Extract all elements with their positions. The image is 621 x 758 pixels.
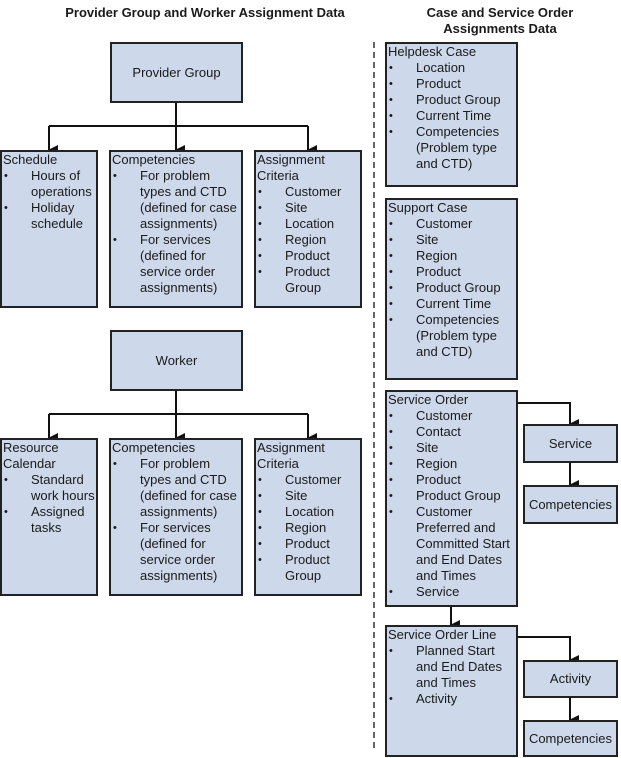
list-item: Region	[387, 248, 516, 264]
list-item: Current Time	[387, 296, 516, 312]
list-item: Site	[387, 440, 516, 456]
helpdesk-case-box: Helpdesk Case Location Product Product G…	[385, 42, 518, 187]
list-item: Customer	[256, 472, 360, 488]
list-item: Location	[256, 216, 360, 232]
so-to-service	[517, 402, 579, 429]
worker-assignment-criteria-box: Assignment Criteria Customer Site Locati…	[254, 438, 362, 596]
list-item: Contact	[387, 424, 516, 440]
list-item: Product	[387, 472, 516, 488]
worker-resource-calendar-box: Resource Calendar Standard work hours As…	[0, 438, 98, 596]
pg-competencies-box: Competencies For problem types and CTD (…	[109, 150, 243, 308]
list-item: Activity	[387, 691, 516, 707]
pg-assignment-criteria-box: Assignment Criteria Customer Site Locati…	[254, 150, 362, 308]
service-order-line-box: Service Order Line Planned Start and End…	[385, 625, 518, 757]
list-item: Competencies (Problem type and CTD)	[387, 124, 516, 172]
service-box: Service	[523, 424, 618, 463]
list-item: Product Group	[387, 280, 516, 296]
list-item: Region	[387, 456, 516, 472]
activity-competencies-label: Competencies	[528, 730, 613, 746]
list-item: For services (defined for service order …	[111, 232, 241, 296]
box-heading: Assignment Criteria	[257, 152, 325, 183]
list-item: Customer	[387, 408, 516, 424]
service-order-box: Service Order Customer Contact Site Regi…	[385, 390, 518, 607]
list-item: Hours of operations	[2, 168, 96, 200]
list-item: For problem types and CTD (defined for c…	[111, 456, 241, 520]
list-item: Customer	[256, 184, 360, 200]
list-item: Region	[256, 520, 360, 536]
worker-competencies-box: Competencies For problem types and CTD (…	[109, 438, 243, 596]
provider-group-box: Provider Group	[110, 42, 243, 103]
list-item: Customer	[387, 216, 516, 232]
list-item: For problem types and CTD (defined for c…	[111, 168, 241, 232]
list-item: Product	[256, 248, 360, 264]
box-heading: Competencies	[112, 152, 196, 167]
service-competencies-label: Competencies	[528, 496, 613, 512]
connectors	[48, 42, 579, 752]
list-item: Customer Preferred and Committed Start a…	[387, 504, 516, 584]
box-heading: Service Order Line	[388, 627, 497, 642]
list-item: Product	[387, 264, 516, 280]
list-item: Region	[256, 232, 360, 248]
list-item: Site	[256, 200, 360, 216]
provider-group-label: Provider Group	[132, 64, 221, 80]
list-item: Product Group	[387, 92, 516, 108]
list-item: Product	[256, 536, 360, 552]
support-case-box: Support Case Customer Site Region Produc…	[385, 198, 518, 380]
list-item: Planned Start and End Dates and Times	[387, 643, 516, 691]
list-item: Holiday schedule	[2, 200, 96, 232]
list-item: Product Group	[256, 552, 360, 584]
list-item: Product Group	[256, 264, 360, 296]
sol-to-activity	[517, 636, 579, 665]
list-item: Product Group	[387, 488, 516, 504]
box-heading: Competencies	[112, 440, 196, 455]
list-item: Service	[387, 584, 516, 600]
list-item: Site	[256, 488, 360, 504]
list-item: Standard work hours	[2, 472, 96, 504]
list-item: Competencies (Problem type and CTD)	[387, 312, 516, 360]
list-item: Assigned tasks	[2, 504, 96, 536]
box-heading: Schedule	[3, 152, 58, 167]
worker-label: Worker	[155, 352, 198, 368]
box-heading: Assignment Criteria	[257, 440, 325, 471]
service-label: Service	[548, 435, 593, 451]
pg-schedule-box: Schedule Hours of operations Holiday sch…	[0, 150, 98, 308]
list-item: Current Time	[387, 108, 516, 124]
activity-box: Activity	[523, 660, 618, 698]
activity-competencies-box: Competencies	[523, 720, 618, 757]
service-competencies-box: Competencies	[523, 485, 618, 524]
worker-box: Worker	[110, 330, 243, 391]
list-item: Site	[387, 232, 516, 248]
box-heading: Resource Calendar	[3, 440, 59, 471]
box-heading: Support Case	[388, 200, 468, 215]
activity-label: Activity	[549, 671, 592, 686]
box-heading: Service Order	[388, 392, 469, 407]
list-item: Location	[387, 60, 516, 76]
list-item: For services (defined for service order …	[111, 520, 241, 584]
list-item: Product	[387, 76, 516, 92]
box-heading: Helpdesk Case	[388, 44, 477, 59]
list-item: Location	[256, 504, 360, 520]
